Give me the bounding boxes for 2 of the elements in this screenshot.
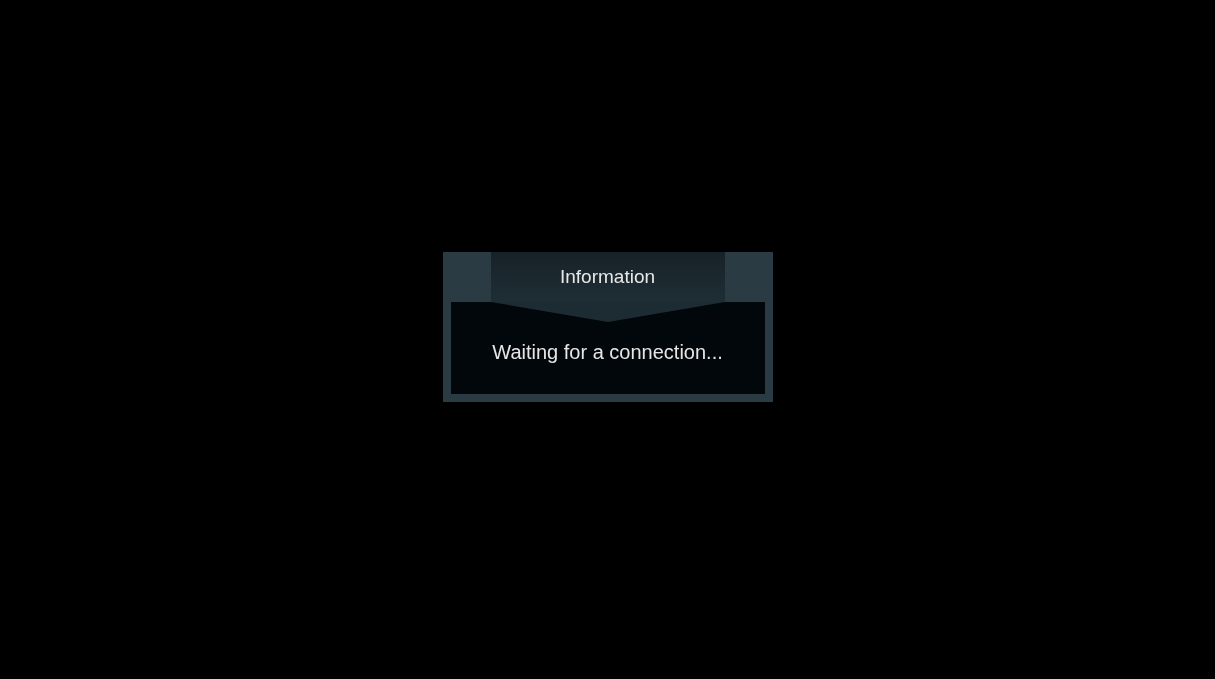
- dialog-title: Information: [559, 265, 655, 288]
- dialog-message: Waiting for a connection...: [492, 341, 723, 364]
